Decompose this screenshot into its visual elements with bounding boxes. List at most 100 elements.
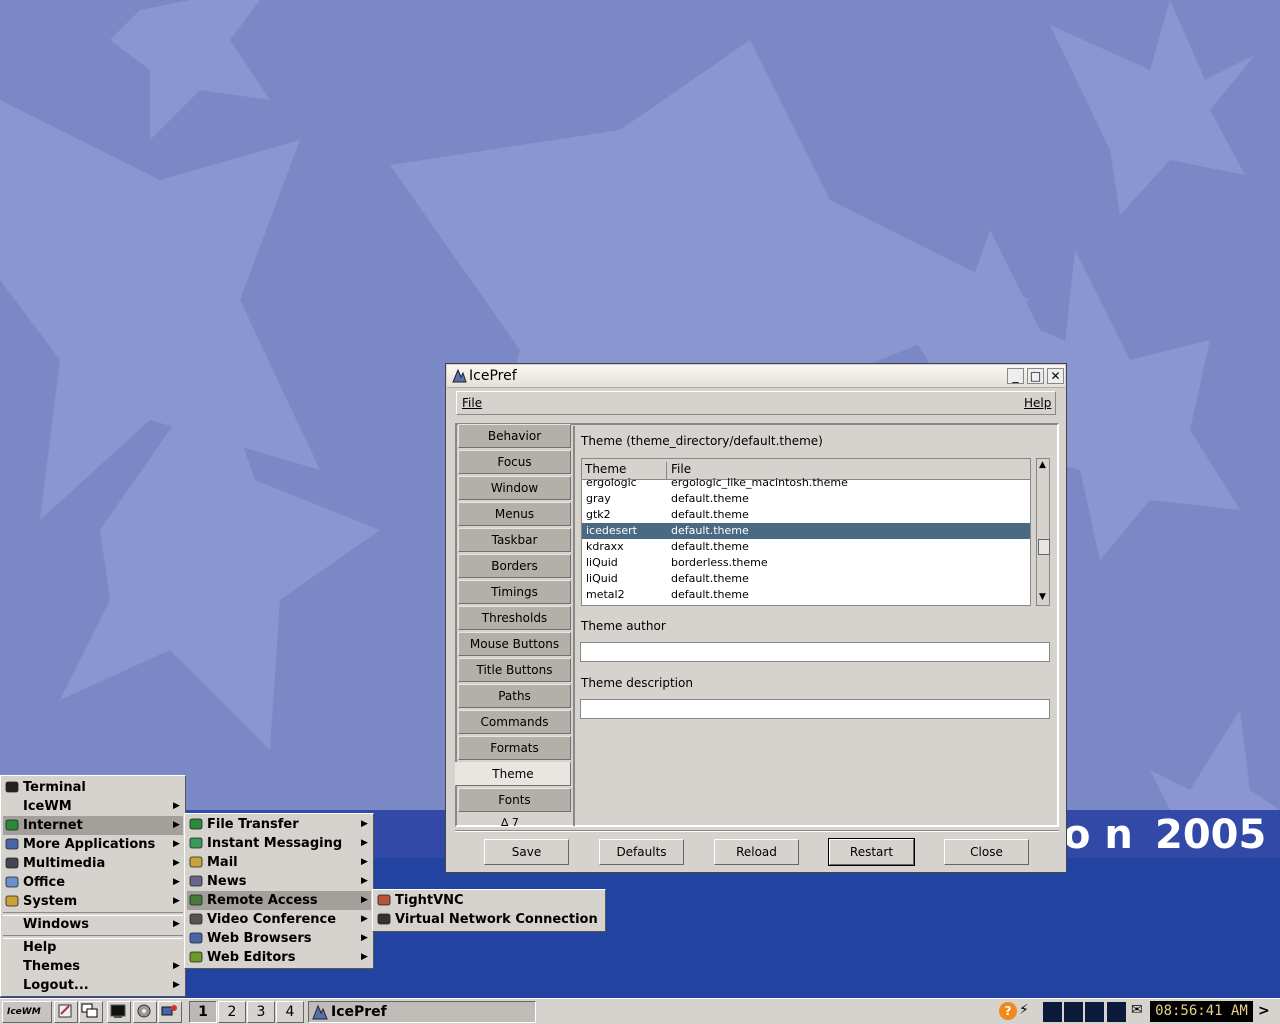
theme-table-scrollbar[interactable]: ▲ ▼ [1036,458,1050,606]
menu-item-web-editors[interactable]: Web Editors ▶ [187,948,371,967]
workspace-3[interactable]: 3 [247,1001,275,1023]
menu-item-tightvnc[interactable]: TightVNC [375,891,603,910]
menu-item-news[interactable]: News ▶ [187,872,371,891]
menu-item-web-browsers[interactable]: Web Browsers ▶ [187,929,371,948]
quicklaunch-network[interactable] [158,1001,182,1023]
menu-item-icewm[interactable]: IceWM ▶ [3,797,183,816]
start-button[interactable]: IceWM [2,1001,52,1023]
theme-author-field[interactable] [580,642,1050,662]
cell-file: borderless.theme [671,556,768,569]
window-title: IcePref [469,368,517,384]
nav-fonts[interactable]: Fonts [458,788,571,812]
table-row[interactable]: liQuid borderless.theme [582,555,1030,571]
nav-paths[interactable]: Paths [458,684,571,708]
scroll-down-icon[interactable]: ▼ [1039,592,1046,602]
scroll-up-icon[interactable]: ▲ [1039,460,1046,470]
nav-window-placement[interactable]: Window Placement [458,476,571,517]
workspace-1[interactable]: 1 [189,1001,217,1023]
menu-item-internet[interactable]: Internet ▶ [3,816,183,835]
menu-item-label: Help [23,940,57,955]
nav-formats[interactable]: Formats [458,736,571,760]
theme-label: Theme (theme_directory/default.theme) [581,434,823,448]
nav-thresholds[interactable]: Thresholds [458,606,571,630]
mail-icon[interactable]: ✉ [1131,1002,1143,1018]
minimize-button[interactable]: _ [1007,368,1024,384]
table-row[interactable]: kdraxx default.theme [582,539,1030,555]
menu-item-office[interactable]: Office ▶ [3,873,183,892]
menu-item-file-transfer[interactable]: File Transfer ▶ [187,815,371,834]
close-window-button[interactable]: ✕ [1047,368,1064,384]
menu-item-instant-messaging[interactable]: Instant Messaging ▶ [187,834,371,853]
clock[interactable]: 08:56:41 AM [1150,1001,1253,1022]
submenu-arrow-icon: ▶ [361,838,368,848]
column-header-theme[interactable]: Theme [585,462,626,476]
table-row[interactable]: ergologic ergologic_like_macintosh.theme [582,475,1030,491]
workspace-2[interactable]: 2 [218,1001,246,1023]
nav-borders[interactable]: Borders [458,554,571,578]
menu-item-system[interactable]: System ▶ [3,892,183,911]
nav-scroll-more[interactable]: ∆ 7 [501,816,519,829]
quicklaunch-settings[interactable] [133,1001,157,1023]
nav-commands[interactable]: Commands [458,710,571,734]
close-button[interactable]: Close [944,839,1029,865]
nav-theme[interactable]: Theme [455,762,571,786]
submenu-arrow-icon: ▶ [361,914,368,924]
task-icepref[interactable]: IcePref [308,1001,536,1023]
reload-button[interactable]: Reload [714,839,799,865]
submenu-arrow-icon: ▶ [361,952,368,962]
close-icon: ✕ [1050,369,1061,383]
workspace-4[interactable]: 4 [276,1001,304,1023]
table-row[interactable]: gtk2 default.theme [582,507,1030,523]
nav-title-buttons[interactable]: Title Buttons [458,658,571,682]
menu-item-themes[interactable]: Themes ▶ [3,957,183,976]
nav-timings[interactable]: Timings [458,580,571,604]
nav-mouse-buttons[interactable]: Mouse Buttons [458,632,571,656]
nav-menus[interactable]: Menus [458,502,571,526]
table-row[interactable]: metal2 default.theme [582,587,1030,603]
menu-file[interactable]: File [462,396,482,410]
editor-icon [58,1004,72,1018]
office-icon [5,876,19,888]
cell-file: default.theme [671,492,749,505]
menu-item-video-conference[interactable]: Video Conference ▶ [187,910,371,929]
submenu-arrow-icon: ▶ [173,877,180,887]
menu-item-terminal[interactable]: Terminal [3,778,183,797]
menu-item-logout[interactable]: Logout... ▶ [3,976,183,995]
restart-button[interactable]: Restart [828,838,915,866]
nav-taskbar[interactable]: Taskbar [458,528,571,552]
quicklaunch-terminal[interactable] [107,1001,131,1023]
menu-item-more-applications[interactable]: More Applications ▶ [3,835,183,854]
table-row[interactable]: liQuid default.theme [582,571,1030,587]
menu-item-multimedia[interactable]: Multimedia ▶ [3,854,183,873]
table-row[interactable]: icedesert default.theme [582,523,1030,539]
quicklaunch-editor[interactable] [54,1001,78,1023]
nav-focus[interactable]: Focus [458,450,571,474]
menu-item-label: Web Editors [207,950,296,965]
scroll-thumb[interactable] [1038,539,1050,555]
save-button[interactable]: Save [484,839,569,865]
menu-item-label: More Applications [23,837,156,852]
menu-item-virtual-network-connection[interactable]: Virtual Network Connection [375,910,603,929]
maximize-button[interactable]: □ [1027,368,1044,384]
menu-item-windows[interactable]: Windows ▶ [3,915,183,934]
menu-item-mail[interactable]: Mail ▶ [187,853,371,872]
help-tray-icon[interactable]: ? [999,1002,1017,1020]
theme-table[interactable]: Theme File ergologic ergologic_like_macin… [581,458,1031,606]
taskbar-more-button[interactable]: > [1258,1003,1270,1019]
titlebar[interactable]: IcePref _ □ ✕ [447,365,1065,388]
menu-item-help[interactable]: Help [3,938,183,957]
defaults-button[interactable]: Defaults [599,839,684,865]
terminal-icon [5,781,19,793]
menu-help[interactable]: Help [1024,396,1051,410]
menu-item-remote-access[interactable]: Remote Access ▶ [187,891,371,910]
theme-description-field[interactable] [580,699,1050,719]
quicklaunch-windows[interactable] [79,1001,103,1023]
nav-behavior[interactable]: Behavior [458,424,571,448]
menu-item-label: Virtual Network Connection [395,912,598,927]
menu-item-label: System [23,894,78,909]
table-row[interactable]: gray default.theme [582,491,1030,507]
network-tray-icon[interactable]: ⚡ [1019,1002,1039,1022]
submenu-arrow-icon: ▶ [173,858,180,868]
file-transfer-icon [189,818,203,830]
network-icon [377,913,391,925]
